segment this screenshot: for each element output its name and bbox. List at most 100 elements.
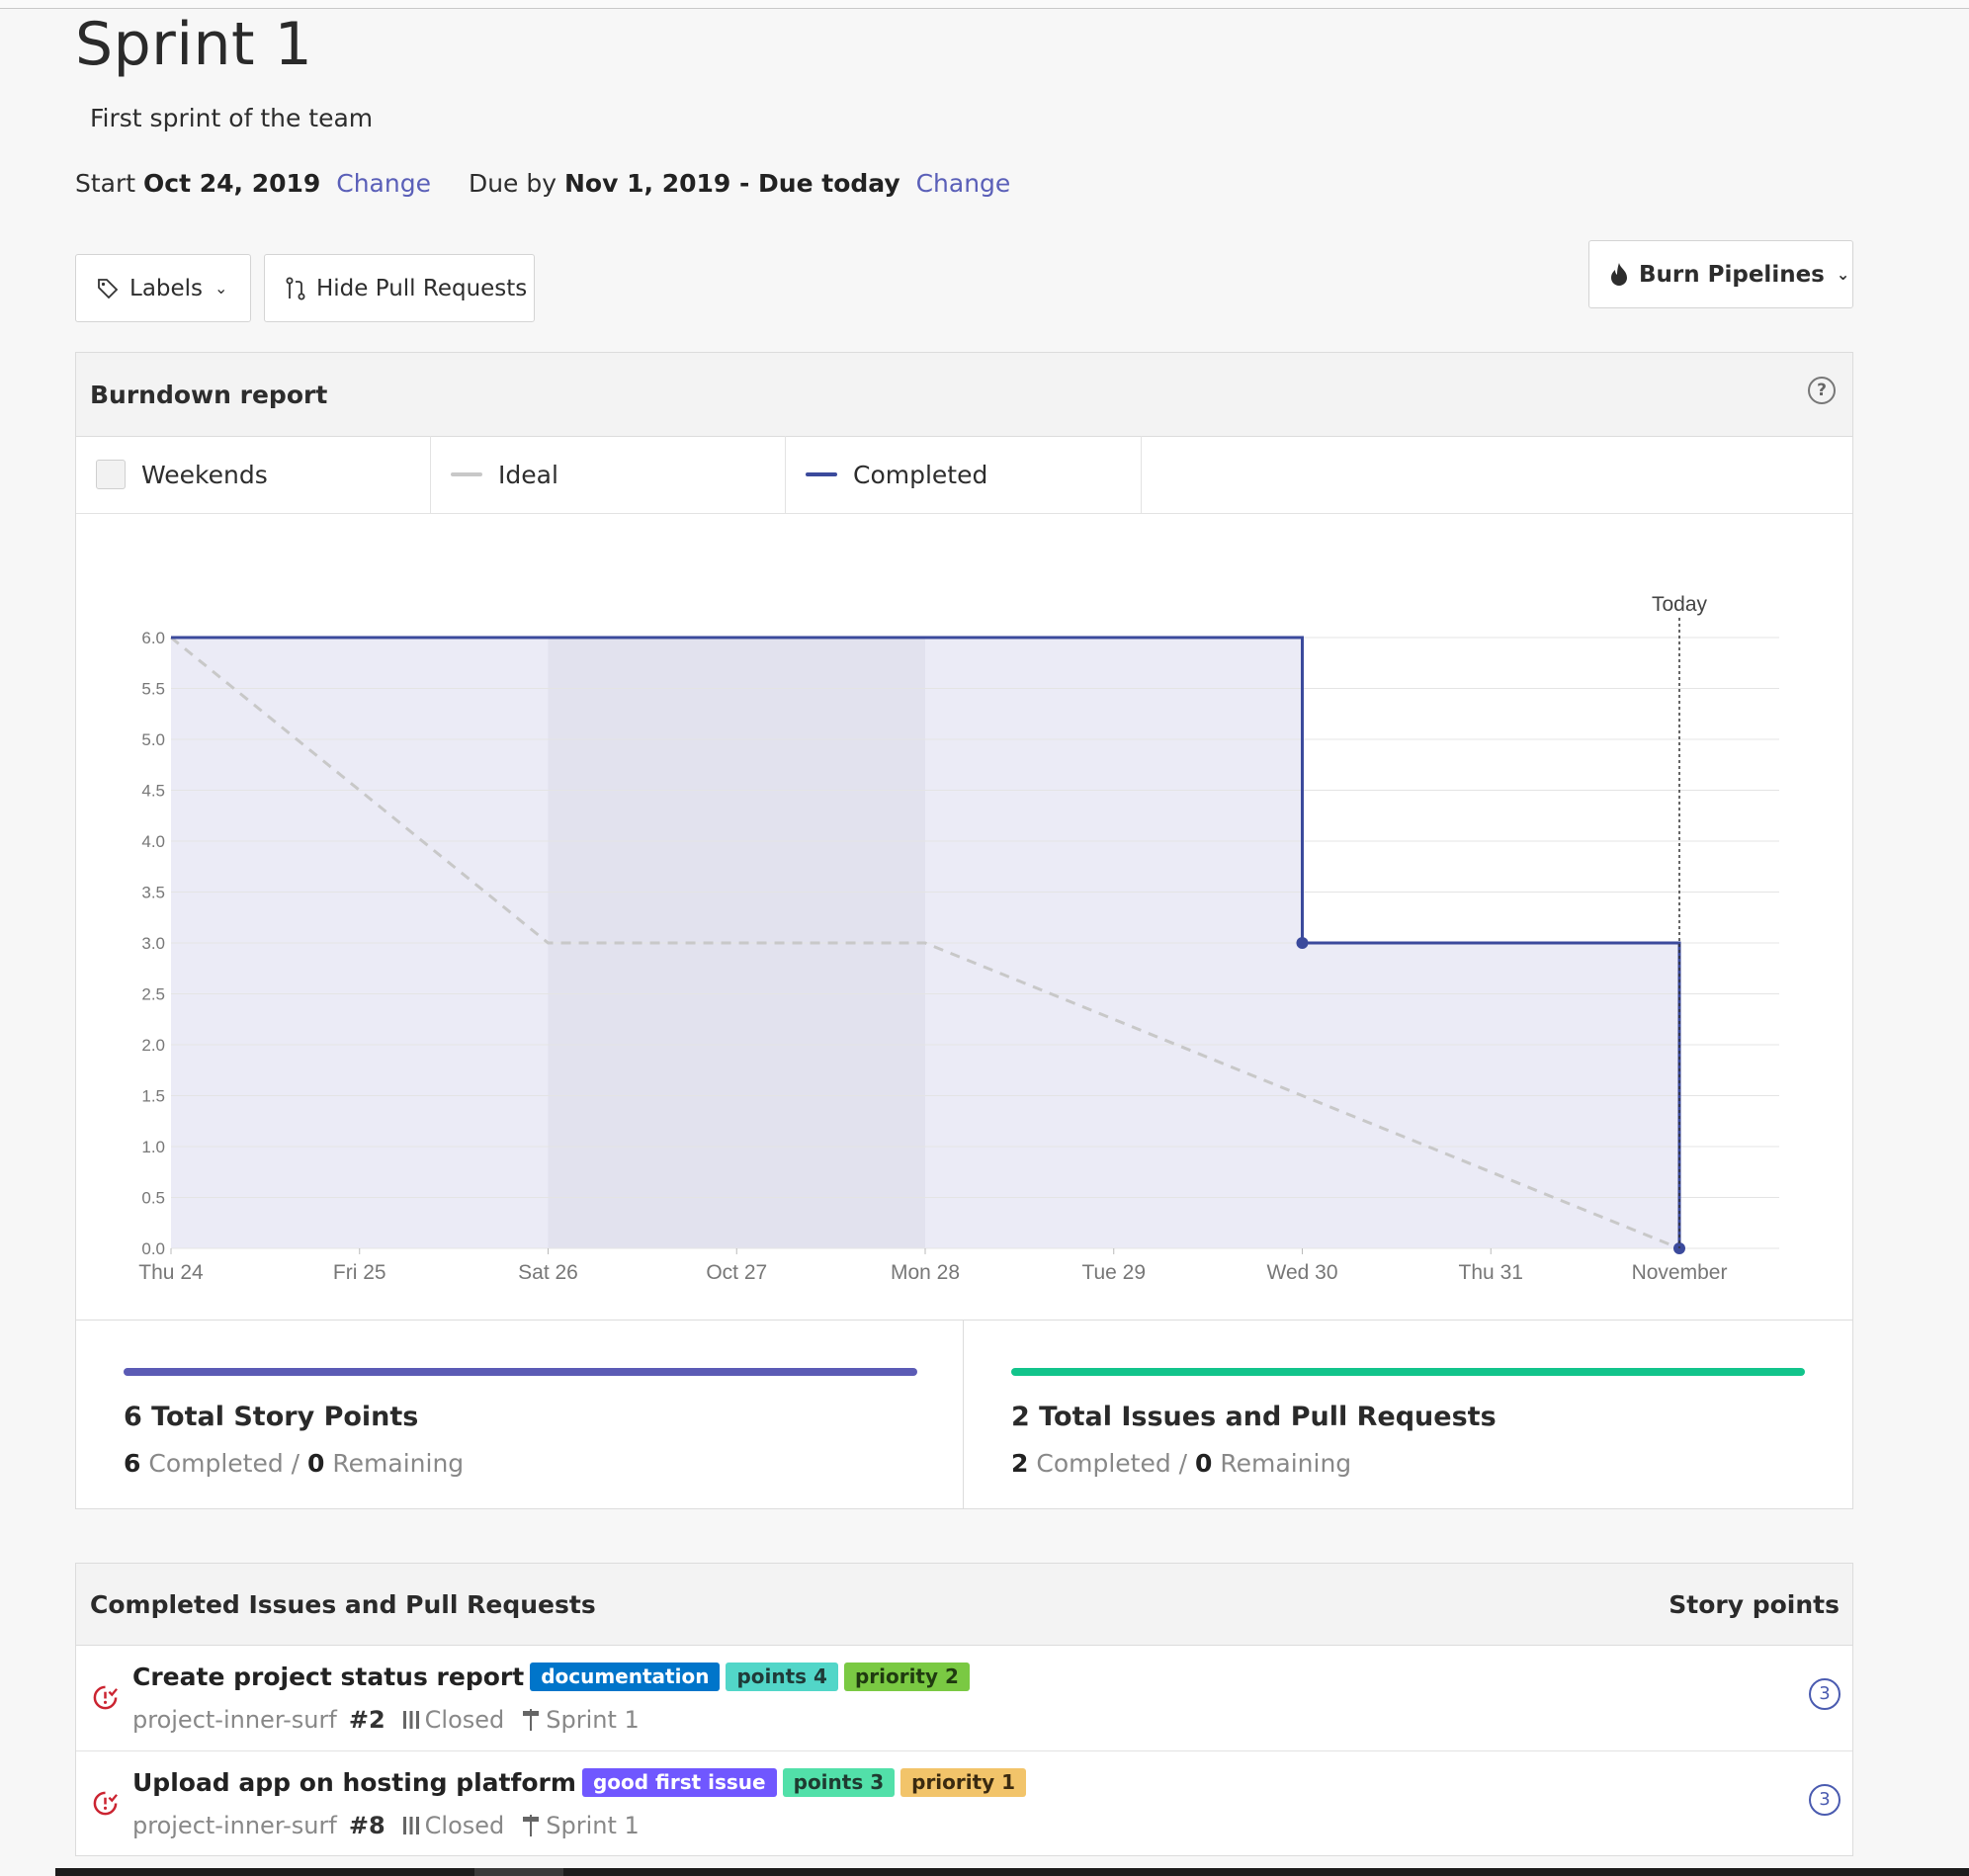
legend-ideal[interactable]: Ideal	[431, 436, 786, 513]
top-border	[0, 0, 1969, 9]
issues-remaining-label: Remaining	[1220, 1449, 1352, 1478]
issues-progress-bar	[1011, 1368, 1805, 1376]
stats-section: 6 Total Story Points 6 Completed / 0 Rem…	[76, 1320, 1852, 1509]
milestone-icon	[520, 1708, 542, 1732]
today-label: Today	[1652, 593, 1708, 616]
legend-weekends-toggle[interactable]: Weekends	[76, 436, 431, 513]
y-tick-label: 1.5	[141, 1087, 165, 1106]
pull-request-icon	[286, 277, 305, 299]
issue-label[interactable]: points 3	[782, 1768, 896, 1797]
story-completed-label: Completed /	[148, 1449, 300, 1478]
x-tick-label: Thu 24	[138, 1261, 204, 1284]
issue-label[interactable]: priority 1	[900, 1768, 1027, 1797]
burndown-chart-svg: 6.0 5.5 5.0 4.5 4.0 3.5 3.0 2.5 2.0 1.5 1.0 0.5 0.0 T…	[138, 593, 1779, 1284]
chart-legend: Weekends Ideal Completed	[76, 436, 1852, 514]
issues-completed-label: Completed /	[1036, 1449, 1188, 1478]
issues-completed-value: 2	[1011, 1449, 1029, 1478]
x-tick-label: Thu 31	[1459, 1261, 1523, 1284]
due-label: Due by	[468, 169, 557, 198]
burndown-chart: 6.0 5.5 5.0 4.5 4.0 3.5 3.0 2.5 2.0 1.5 1.0 0.5 0.0 T…	[76, 513, 1852, 1322]
milestone-name[interactable]: Sprint 1	[546, 1706, 640, 1734]
table-row[interactable]: Upload app on hosting platform good firs…	[76, 1750, 1852, 1856]
issue-label[interactable]: good first issue	[581, 1768, 777, 1797]
repo-name[interactable]: project-inner-surf	[132, 1706, 337, 1734]
legend-ideal-label: Ideal	[498, 460, 558, 489]
x-tick-label: Wed 30	[1267, 1261, 1338, 1284]
story-completed-value: 6	[124, 1449, 141, 1478]
fire-icon	[1611, 262, 1627, 286]
table-row[interactable]: Create project status report documentati…	[76, 1645, 1852, 1751]
tag-icon	[98, 278, 119, 298]
sprint-dates: Start Oct 24, 2019 Change Due by Nov 1, …	[75, 169, 1010, 198]
bottom-taskbar-strip	[55, 1868, 1969, 1876]
pipeline-status: Closed	[424, 1706, 505, 1734]
issue-meta: project-inner-surf #8 Closed Sprint 1	[132, 1812, 640, 1839]
chevron-down-icon: ⌄	[214, 279, 228, 298]
sprint-description: First sprint of the team	[90, 104, 374, 132]
issue-number[interactable]: #8	[349, 1812, 385, 1839]
story-remaining-value: 0	[307, 1449, 325, 1478]
y-tick-label: 6.0	[141, 629, 165, 647]
pipeline-icon	[401, 1709, 421, 1731]
issue-title[interactable]: Create project status report documentati…	[132, 1663, 970, 1691]
panel-title: Burndown report	[90, 381, 328, 409]
x-tick-label: Oct 27	[706, 1261, 767, 1284]
pipeline-status: Closed	[424, 1812, 505, 1839]
issue-title-text: Upload app on hosting platform	[132, 1768, 576, 1797]
issues-total: 2 Total Issues and Pull Requests	[1011, 1402, 1497, 1432]
completed-line-swatch	[806, 472, 837, 476]
due-date: Nov 1, 2019 - Due today	[564, 169, 900, 198]
x-tick-label: Sat 26	[518, 1261, 578, 1284]
issue-number[interactable]: #2	[349, 1706, 385, 1734]
y-tick-label: 0.5	[141, 1189, 165, 1208]
start-label: Start	[75, 169, 136, 198]
legend-weekends-label: Weekends	[141, 460, 268, 489]
hide-pull-requests-button[interactable]: Hide Pull Requests	[264, 254, 535, 322]
issue-label[interactable]: documentation	[530, 1663, 721, 1691]
y-tick-label: 2.0	[141, 1036, 165, 1055]
issues-breakdown: 2 Completed / 0 Remaining	[1011, 1449, 1351, 1478]
y-tick-label: 1.0	[141, 1138, 165, 1156]
issues-stat: 2 Total Issues and Pull Requests 2 Compl…	[964, 1321, 1852, 1509]
closed-issue-icon	[93, 1685, 118, 1710]
burndown-report-panel: Burndown report ? Weekends Ideal Complet…	[75, 352, 1853, 1509]
story-remaining-label: Remaining	[332, 1449, 465, 1478]
closed-issue-icon	[93, 1791, 118, 1816]
y-tick-label: 2.5	[141, 985, 165, 1004]
story-points-badge: 3	[1809, 1784, 1841, 1816]
issue-label[interactable]: points 4	[726, 1663, 838, 1691]
burn-pipelines-dropdown[interactable]: Burn Pipelines ⌄	[1588, 240, 1853, 308]
x-tick-label: Fri 25	[333, 1261, 386, 1284]
issue-title[interactable]: Upload app on hosting platform good firs…	[132, 1768, 1027, 1797]
y-tick-label: 5.5	[141, 680, 165, 699]
issue-label[interactable]: priority 2	[843, 1663, 970, 1691]
labels-dropdown-button[interactable]: Labels ⌄	[75, 254, 251, 322]
milestone-name[interactable]: Sprint 1	[546, 1812, 640, 1839]
repo-name[interactable]: project-inner-surf	[132, 1812, 337, 1839]
y-tick-label: 4.5	[141, 782, 165, 801]
y-tick-label: 5.0	[141, 730, 165, 749]
story-points-badge: 3	[1809, 1678, 1841, 1710]
issues-remaining-value: 0	[1195, 1449, 1213, 1478]
page-title: Sprint 1	[75, 10, 313, 79]
x-tick-label: November	[1632, 1261, 1728, 1284]
panel-header: Burndown report ?	[76, 353, 1852, 437]
milestone-icon	[520, 1814, 542, 1837]
y-tick-label: 3.0	[141, 934, 165, 953]
chevron-down-icon: ⌄	[1836, 265, 1850, 284]
x-tick-label: Mon 28	[891, 1261, 960, 1284]
story-points-breakdown: 6 Completed / 0 Remaining	[124, 1449, 464, 1478]
completed-issues-table: Completed Issues and Pull Requests Story…	[75, 1563, 1853, 1856]
start-date: Oct 24, 2019	[143, 169, 321, 198]
change-due-link[interactable]: Change	[916, 169, 1011, 198]
pipeline-icon	[401, 1815, 421, 1836]
table-header-title: Completed Issues and Pull Requests	[90, 1590, 596, 1619]
change-start-link[interactable]: Change	[336, 169, 431, 198]
burn-button-text: Burn Pipelines	[1639, 261, 1825, 288]
labels-button-text: Labels	[129, 275, 204, 301]
help-icon[interactable]: ?	[1808, 377, 1836, 404]
legend-completed[interactable]: Completed	[786, 436, 1142, 513]
x-tick-label: Tue 29	[1081, 1261, 1146, 1284]
weekends-checkbox[interactable]	[96, 460, 126, 489]
hide-pr-button-text: Hide Pull Requests	[316, 275, 528, 301]
